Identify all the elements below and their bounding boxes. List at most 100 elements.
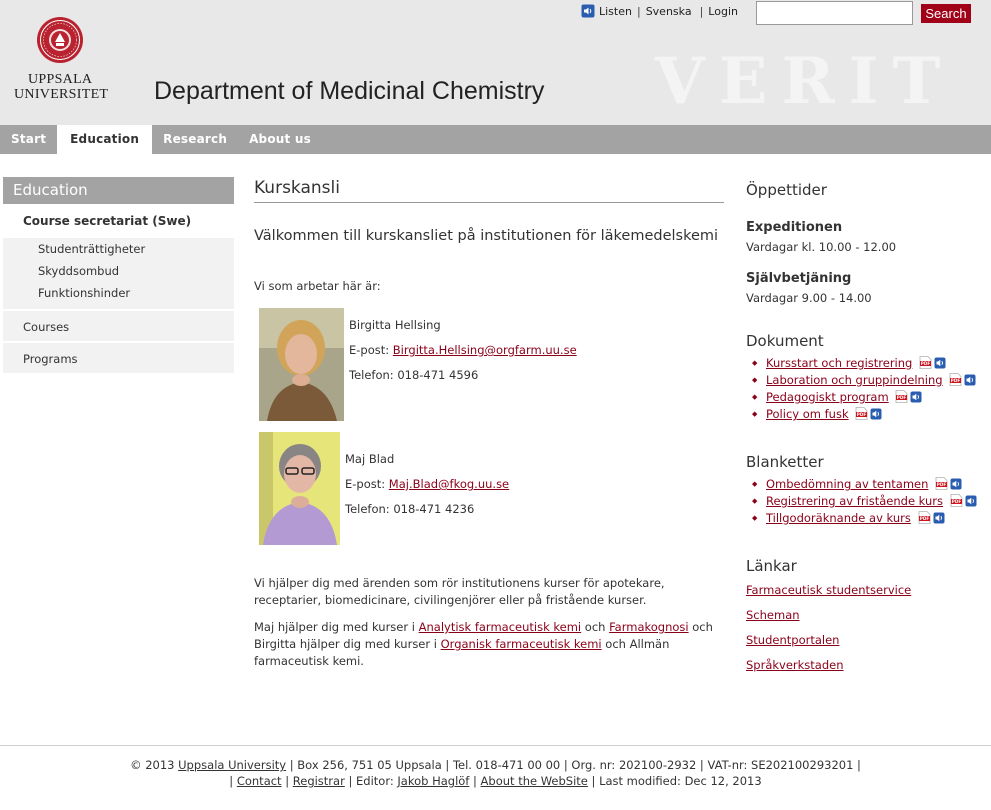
wordmark-line2: UNIVERSITET [14, 87, 109, 102]
staff-name: Maj Blad [345, 452, 395, 466]
pdf-icon[interactable]: PDF [918, 511, 931, 524]
tab-start[interactable]: Start [0, 125, 57, 154]
document-item: Policy om fusk PDF [746, 406, 991, 423]
footer-editor-link[interactable]: Jakob Haglöf [397, 774, 469, 788]
course-link-organisk[interactable]: Organisk farmaceutisk kemi [441, 637, 602, 651]
pdf-icon[interactable]: PDF [949, 373, 962, 386]
footer-address: | Box 256, 751 05 Uppsala | Tel. 018-471… [286, 758, 861, 772]
listen-speaker-icon[interactable] [870, 408, 882, 420]
footer-registrar-link[interactable]: Registrar [293, 774, 345, 788]
course-link-analytisk[interactable]: Analytisk farmaceutisk kemi [419, 620, 582, 634]
footer-contact-link[interactable]: Contact [237, 774, 282, 788]
header: VERIT UPPSALA UNIVERSITET Department of … [0, 0, 991, 125]
listen-speaker-icon[interactable] [964, 374, 976, 386]
search-input[interactable] [756, 1, 913, 25]
intro-heading: Välkommen till kurskansliet på instituti… [254, 228, 719, 244]
department-title[interactable]: Department of Medicinal Chemistry [154, 77, 544, 106]
footer-line-2: | Contact | Registrar | Editor: Jakob Ha… [0, 773, 991, 789]
documents-list: Kursstart och registrering PDF Laboration… [746, 355, 991, 423]
form-item: Registrering av fristående kurs PDF [746, 493, 991, 510]
listen-speaker-icon[interactable] [934, 357, 946, 369]
header-tools: Listen | Svenska | Login [581, 4, 738, 18]
email-label: E-post: [349, 343, 390, 357]
search-button[interactable]: Search [921, 4, 971, 23]
form-link[interactable]: Tillgodoräknande av kurs [766, 511, 911, 525]
university-seal-logo[interactable] [36, 16, 84, 64]
footer-sep: | [229, 774, 237, 788]
document-link[interactable]: Kursstart och registrering [766, 356, 912, 370]
staff-intro-text: Vi som arbetar här är: [254, 279, 381, 293]
pdf-icon[interactable]: PDF [895, 390, 908, 403]
document-link[interactable]: Laboration och gruppindelning [766, 373, 943, 387]
tools-separator: | [636, 4, 641, 18]
link-sprakverkstaden[interactable]: Språkverkstaden [746, 653, 991, 678]
staff-email-link[interactable]: Maj.Blad@fkog.uu.se [389, 477, 509, 491]
listen-speaker-icon[interactable] [910, 391, 922, 403]
staff-email-row: E-post: Maj.Blad@fkog.uu.se [345, 472, 645, 497]
sidebar-item-course-secretariat[interactable]: Course secretariat (Swe) [3, 204, 234, 238]
svg-text:PDF: PDF [937, 482, 947, 487]
tab-education[interactable]: Education [57, 125, 153, 154]
pdf-icon[interactable]: PDF [935, 477, 948, 490]
university-wordmark[interactable]: UPPSALA UNIVERSITET [14, 72, 108, 102]
tab-about-us[interactable]: About us [238, 125, 322, 154]
link-studentportalen[interactable]: Studentportalen [746, 628, 991, 653]
staff-phone: Telefon: 018-471 4596 [349, 368, 479, 382]
wordmark-line1: UPPSALA [28, 72, 93, 87]
svenska-link[interactable]: Svenska [646, 5, 692, 18]
link-farmaceutisk-studentservice[interactable]: Farmaceutisk studentservice [746, 578, 991, 603]
listen-speaker-icon[interactable] [965, 495, 977, 507]
header-watermark: VERIT [655, 44, 955, 119]
svg-text:PDF: PDF [919, 516, 929, 521]
body-text: och [581, 620, 610, 634]
course-link-farmakognosi[interactable]: Farmakognosi [609, 620, 688, 634]
footer: © 2013 Uppsala University | Box 256, 751… [0, 757, 991, 789]
staff-email-link[interactable]: Birgitta.Hellsing@orgfarm.uu.se [393, 343, 577, 357]
listen-speaker-icon[interactable] [581, 4, 595, 18]
document-link[interactable]: Pedagogiskt program [766, 390, 889, 404]
staff-photo [259, 432, 340, 545]
footer-about-link[interactable]: About the WebSite [481, 774, 588, 788]
body-paragraph-courses: Maj hjälper dig med kurser i Analytisk f… [254, 619, 724, 670]
sidebar-subitem-skyddsombud[interactable]: Skyddsombud [3, 260, 234, 282]
email-label: E-post: [345, 477, 386, 491]
sidebar-item-courses[interactable]: Courses [3, 309, 234, 341]
footer-editor-label: | Editor: [344, 774, 398, 788]
right-column: Öppettider Expeditionen Vardagar kl. 10.… [746, 181, 991, 678]
form-item: Ombedömning av tentamen PDF [746, 476, 991, 493]
staff-info: Maj Blad E-post: Maj.Blad@fkog.uu.se Tel… [345, 447, 645, 522]
tab-research[interactable]: Research [152, 125, 238, 154]
links-list: Farmaceutisk studentservice Scheman Stud… [746, 578, 991, 678]
footer-uu-link[interactable]: Uppsala University [178, 758, 286, 772]
svg-text:PDF: PDF [951, 499, 961, 504]
listen-speaker-icon[interactable] [950, 478, 962, 490]
document-item: Pedagogiskt program PDF [746, 389, 991, 406]
listen-speaker-icon[interactable] [933, 512, 945, 524]
link-scheman[interactable]: Scheman [746, 603, 991, 628]
pdf-icon[interactable]: PDF [919, 356, 932, 369]
pdf-icon[interactable]: PDF [855, 407, 868, 420]
forms-heading: Blanketter [746, 453, 824, 471]
document-link[interactable]: Policy om fusk [766, 407, 849, 421]
body-paragraph: Vi hjälper dig med ärenden som rör insti… [254, 576, 665, 607]
expedition-heading: Expeditionen [746, 220, 843, 235]
pdf-icon[interactable]: PDF [950, 494, 963, 507]
svg-text:PDF: PDF [897, 395, 907, 400]
tools-separator: | [699, 4, 704, 18]
sidebar-subitem-studentrattigheter[interactable]: Studenträttigheter [3, 238, 234, 260]
svg-text:PDF: PDF [921, 361, 931, 366]
documents-heading: Dokument [746, 332, 824, 350]
login-link[interactable]: Login [708, 5, 738, 18]
form-link[interactable]: Ombedömning av tentamen [766, 477, 928, 491]
opening-hours-heading: Öppettider [746, 181, 827, 199]
footer-copyright: © 2013 [130, 758, 179, 772]
staff-phone: Telefon: 018-471 4236 [345, 502, 475, 516]
sidebar-subitem-funktionshinder[interactable]: Funktionshinder [3, 282, 234, 304]
form-link[interactable]: Registrering av fristående kurs [766, 494, 943, 508]
main-content: Kurskansli Välkommen till kurskansliet p… [254, 178, 724, 668]
footer-line-1: © 2013 Uppsala University | Box 256, 751… [0, 757, 991, 773]
expedition-hours: Vardagar kl. 10.00 - 12.00 [746, 240, 897, 254]
listen-link[interactable]: Listen [599, 5, 632, 18]
sidebar-heading[interactable]: Education [3, 177, 234, 204]
sidebar-item-programs[interactable]: Programs [3, 341, 234, 373]
